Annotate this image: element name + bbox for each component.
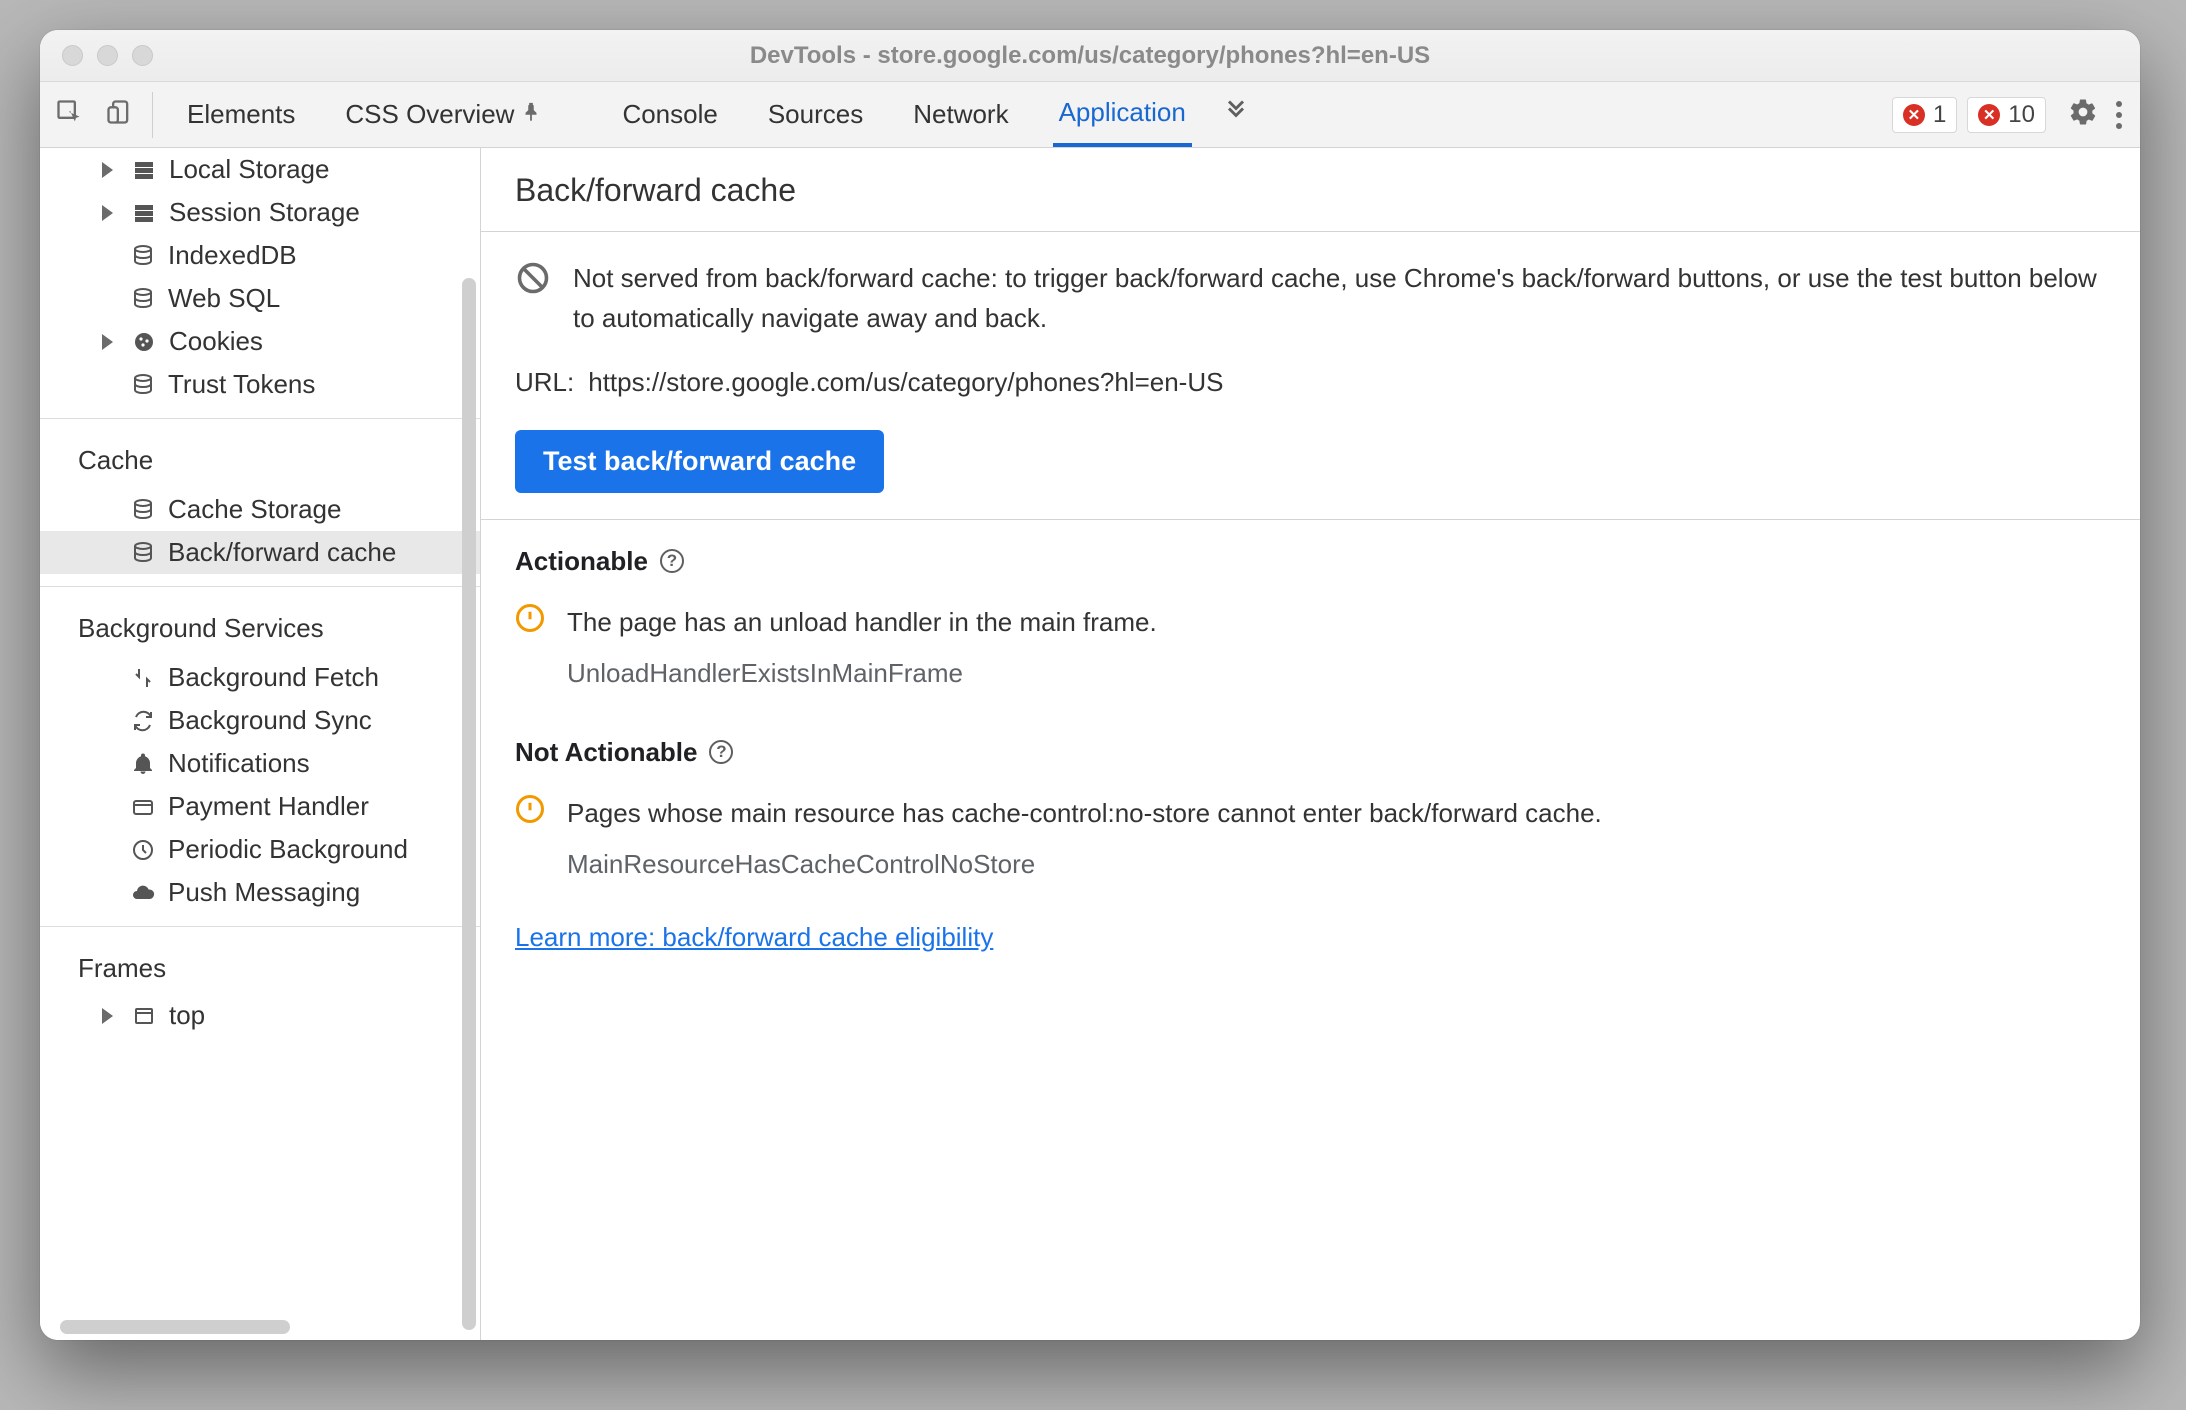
sidebar-item-payment[interactable]: Payment Handler — [40, 785, 480, 828]
sidebar-item-label: Session Storage — [169, 197, 360, 228]
database-icon — [130, 372, 156, 398]
url-value: https://store.google.com/us/category/pho… — [588, 367, 1223, 398]
sidebar-scrollbar-h[interactable] — [60, 1320, 290, 1334]
titlebar: DevTools - store.google.com/us/category/… — [40, 30, 2140, 82]
tab-css-overview-label: CSS Overview — [345, 99, 514, 130]
table-icon — [131, 200, 157, 226]
help-icon[interactable]: ? — [709, 740, 733, 764]
sidebar-item-label: Back/forward cache — [168, 537, 396, 568]
sidebar-item-label: Payment Handler — [168, 791, 369, 822]
sidebar-item-label: Periodic Background — [168, 834, 408, 865]
database-icon — [130, 540, 156, 566]
sidebar-item-bg-fetch[interactable]: Background Fetch — [40, 656, 480, 699]
url-label: URL: — [515, 367, 574, 398]
device-icon[interactable] — [104, 98, 134, 131]
notice-text: Not served from back/forward cache: to t… — [573, 258, 2106, 339]
card-icon — [130, 794, 156, 820]
sidebar-item-indexeddb[interactable]: IndexedDB — [40, 234, 480, 277]
frame-icon — [131, 1003, 157, 1029]
sidebar-cat-frames: Frames — [40, 947, 480, 990]
sidebar-item-label: top — [169, 1000, 205, 1031]
error-icon: ✕ — [1978, 104, 2000, 126]
warning-icon — [515, 603, 545, 638]
sidebar-item-label: Cookies — [169, 326, 263, 357]
sidebar-item-label: Cache Storage — [168, 494, 341, 525]
sidebar-item-label: Trust Tokens — [168, 369, 315, 400]
bell-icon — [130, 751, 156, 777]
learn-more-link[interactable]: Learn more: back/forward cache eligibili… — [515, 922, 993, 953]
tab-network[interactable]: Network — [907, 82, 1014, 147]
tabs-overflow-icon[interactable] — [1222, 98, 1250, 131]
sidebar-item-label: Local Storage — [169, 154, 329, 185]
issues-pill[interactable]: ✕ 10 — [1967, 97, 2046, 133]
ban-icon — [515, 260, 551, 301]
fetch-icon — [130, 665, 156, 691]
not-actionable-message: Pages whose main resource has cache-cont… — [567, 794, 1602, 833]
tab-console[interactable]: Console — [616, 82, 723, 147]
table-icon — [131, 157, 157, 183]
sidebar-item-label: Background Sync — [168, 705, 372, 736]
sidebar-item-notifications[interactable]: Notifications — [40, 742, 480, 785]
zoom-dot[interactable] — [132, 45, 153, 66]
errors-pill[interactable]: ✕ 1 — [1892, 97, 1957, 133]
sidebar-item-push[interactable]: Push Messaging — [40, 871, 480, 914]
sidebar-item-label: Push Messaging — [168, 877, 360, 908]
sidebar-item-cookies[interactable]: Cookies — [40, 320, 480, 363]
sidebar-item-top-frame[interactable]: top — [102, 1000, 205, 1031]
tab-application[interactable]: Application — [1053, 82, 1192, 147]
sidebar-item-local-storage[interactable]: Local Storage — [40, 148, 480, 191]
sidebar-item-web-sql[interactable]: Web SQL — [40, 277, 480, 320]
sidebar-item-session-storage[interactable]: Session Storage — [40, 191, 480, 234]
actionable-heading: Actionable — [515, 546, 648, 577]
main-panel: Back/forward cache Not served from back/… — [480, 148, 2140, 1340]
issues-count: 10 — [2008, 101, 2035, 129]
cookie-icon — [131, 329, 157, 355]
sidebar-item-label: Background Fetch — [168, 662, 379, 693]
inspect-icon[interactable] — [54, 98, 84, 131]
tab-elements[interactable]: Elements — [181, 82, 301, 147]
database-icon — [130, 497, 156, 523]
not-actionable-heading: Not Actionable — [515, 737, 697, 768]
errors-count: 1 — [1933, 101, 1946, 129]
sidebar-scrollbar-v[interactable] — [462, 278, 476, 1330]
close-dot[interactable] — [62, 45, 83, 66]
pin-icon — [520, 99, 542, 130]
sidebar-cat-bg: Background Services — [40, 607, 480, 650]
help-icon[interactable]: ? — [660, 549, 684, 573]
sidebar-item-cache-storage[interactable]: Cache Storage — [40, 488, 480, 531]
sidebar-item-label: IndexedDB — [168, 240, 297, 271]
tab-sources[interactable]: Sources — [762, 82, 869, 147]
tab-css-overview[interactable]: CSS Overview — [339, 82, 548, 147]
sidebar: Storage Local Storage Session Storage In… — [40, 148, 480, 1340]
sidebar-item-bg-sync[interactable]: Background Sync — [40, 699, 480, 742]
database-icon — [130, 243, 156, 269]
test-bf-cache-button[interactable]: Test back/forward cache — [515, 430, 884, 493]
tabbar: Elements CSS Overview Console Sources Ne… — [40, 82, 2140, 148]
traffic-lights — [62, 45, 153, 66]
error-icon: ✕ — [1903, 104, 1925, 126]
minimize-dot[interactable] — [97, 45, 118, 66]
settings-icon[interactable] — [2068, 97, 2098, 132]
sidebar-item-periodic[interactable]: Periodic Background — [40, 828, 480, 871]
clock-icon — [130, 837, 156, 863]
window-title: DevTools - store.google.com/us/category/… — [40, 42, 2140, 70]
devtools-window: DevTools - store.google.com/us/category/… — [40, 30, 2140, 1340]
sidebar-item-label: Web SQL — [168, 283, 280, 314]
kebab-menu-icon[interactable] — [2116, 101, 2122, 129]
page-title: Back/forward cache — [481, 148, 2140, 232]
sidebar-item-label: Notifications — [168, 748, 310, 779]
sidebar-item-bf-cache[interactable]: Back/forward cache — [40, 531, 480, 574]
cloud-icon — [130, 880, 156, 906]
database-icon — [130, 286, 156, 312]
sidebar-cat-cache: Cache — [40, 439, 480, 482]
actionable-message: The page has an unload handler in the ma… — [567, 603, 1157, 642]
sync-icon — [130, 708, 156, 734]
not-actionable-id: MainResourceHasCacheControlNoStore — [567, 849, 2106, 880]
warning-icon — [515, 794, 545, 829]
actionable-id: UnloadHandlerExistsInMainFrame — [567, 658, 2106, 689]
sidebar-item-trust-tokens[interactable]: Trust Tokens — [40, 363, 480, 406]
